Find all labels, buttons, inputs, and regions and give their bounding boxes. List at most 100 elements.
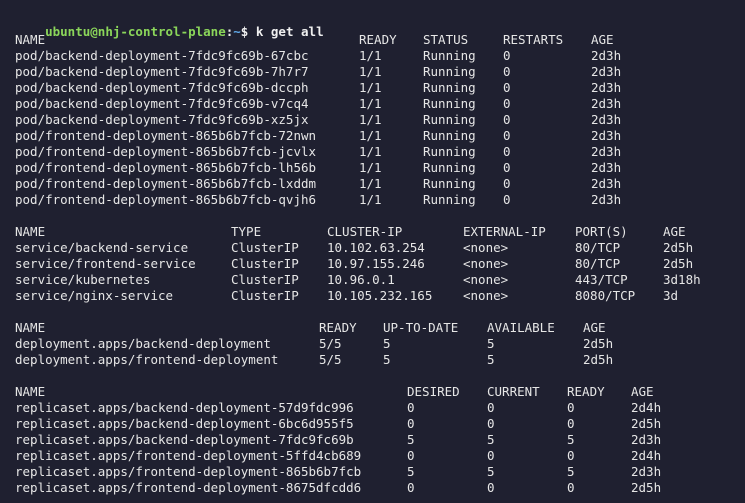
- table-cell: replicaset.apps/backend-deployment-57d9f…: [15, 400, 354, 415]
- table-cell: 1/1: [359, 192, 382, 207]
- table-cell: 2d3h: [591, 160, 622, 175]
- table-cell: replicaset.apps/backend-deployment-6bc6d…: [15, 416, 354, 431]
- table-cell: 2d3h: [591, 128, 622, 143]
- table-cell: 2d5h: [663, 240, 694, 255]
- table-cell: Running: [423, 48, 476, 63]
- table-cell: 2d5h: [583, 352, 614, 367]
- table-cell: service/frontend-service: [15, 256, 196, 271]
- table-cell: 2d5h: [583, 336, 614, 351]
- table-cell: 0: [407, 400, 415, 415]
- table-cell: pod/frontend-deployment-865b6b7fcb-jcvlx: [15, 144, 317, 159]
- column-header: CURRENT: [487, 384, 540, 399]
- column-header: EXTERNAL-IP: [463, 224, 546, 239]
- table-cell: 2d3h: [591, 48, 622, 63]
- table-cell: 0: [503, 80, 511, 95]
- table-cell: 2d3h: [631, 464, 662, 479]
- table-cell: 0: [503, 128, 511, 143]
- table-cell: 0: [567, 400, 575, 415]
- table-cell: 5: [487, 352, 495, 367]
- prompt-line: ubuntu@nhj-control-plane:~$ k get all: [15, 8, 323, 39]
- table-cell: 10.105.232.165: [327, 288, 433, 303]
- column-header: UP-TO-DATE: [383, 320, 459, 335]
- table-cell: deployment.apps/backend-deployment: [15, 336, 271, 351]
- table-cell: 0: [487, 448, 495, 463]
- table-cell: 1/1: [359, 48, 382, 63]
- table-cell: pod/frontend-deployment-865b6b7fcb-lh56b: [15, 160, 317, 175]
- table-cell: 0: [503, 64, 511, 79]
- table-cell: 1/1: [359, 80, 382, 95]
- table-cell: 0: [407, 416, 415, 431]
- table-cell: 8080/TCP: [575, 288, 636, 303]
- table-cell: 3d18h: [663, 272, 701, 287]
- table-cell: <none>: [463, 272, 509, 287]
- table-cell: 5: [407, 464, 415, 479]
- table-cell: 2d3h: [591, 192, 622, 207]
- table-cell: 2d4h: [631, 400, 662, 415]
- table-cell: 10.102.63.254: [327, 240, 425, 255]
- table-cell: 2d3h: [631, 432, 662, 447]
- column-header: DESIRED: [407, 384, 460, 399]
- table-cell: Running: [423, 192, 476, 207]
- table-cell: 2d5h: [631, 480, 662, 495]
- table-cell: 80/TCP: [575, 256, 621, 271]
- table-cell: 2d3h: [591, 80, 622, 95]
- table-cell: Running: [423, 112, 476, 127]
- table-cell: <none>: [463, 288, 509, 303]
- table-cell: 5: [487, 432, 495, 447]
- prompt-command: k get all: [255, 24, 324, 39]
- table-cell: 5: [487, 336, 495, 351]
- table-cell: 3d: [663, 288, 679, 303]
- table-cell: 2d3h: [591, 64, 622, 79]
- table-cell: replicaset.apps/frontend-deployment-8675…: [15, 480, 362, 495]
- table-cell: 1/1: [359, 176, 382, 191]
- table-cell: service/backend-service: [15, 240, 189, 255]
- table-cell: deployment.apps/frontend-deployment: [15, 352, 279, 367]
- table-cell: replicaset.apps/frontend-deployment-5ffd…: [15, 448, 362, 463]
- table-cell: 0: [503, 176, 511, 191]
- table-cell: 0: [503, 192, 511, 207]
- terminal-window[interactable]: ubuntu@nhj-control-plane:~$ k get all NA…: [0, 0, 745, 503]
- table-cell: Running: [423, 64, 476, 79]
- column-header: READY: [319, 320, 357, 335]
- table-cell: 2d3h: [591, 112, 622, 127]
- column-header: AVAILABLE: [487, 320, 555, 335]
- table-cell: 0: [503, 112, 511, 127]
- table-cell: 1/1: [359, 128, 382, 143]
- table-cell: 0: [503, 96, 511, 111]
- table-cell: Running: [423, 144, 476, 159]
- column-header: NAME: [15, 384, 46, 399]
- table-cell: 2d3h: [591, 96, 622, 111]
- table-cell: 5: [567, 432, 575, 447]
- column-header: NAME: [15, 320, 46, 335]
- table-cell: 0: [567, 448, 575, 463]
- table-cell: 0: [407, 448, 415, 463]
- table-cell: 1/1: [359, 160, 382, 175]
- table-cell: replicaset.apps/frontend-deployment-865b…: [15, 464, 362, 479]
- column-header: NAME: [15, 32, 46, 47]
- table-cell: pod/backend-deployment-7fdc9fc69b-v7cq4: [15, 96, 309, 111]
- table-cell: pod/backend-deployment-7fdc9fc69b-67cbc: [15, 48, 309, 63]
- table-cell: ClusterIP: [231, 240, 299, 255]
- table-cell: 443/TCP: [575, 272, 628, 287]
- table-cell: pod/frontend-deployment-865b6b7fcb-lxddm: [15, 176, 317, 191]
- table-cell: pod/frontend-deployment-865b6b7fcb-qvjh6: [15, 192, 317, 207]
- table-cell: 1/1: [359, 144, 382, 159]
- column-header: TYPE: [231, 224, 262, 239]
- table-cell: 0: [503, 160, 511, 175]
- table-cell: pod/backend-deployment-7fdc9fc69b-dccph: [15, 80, 309, 95]
- table-cell: 5: [383, 336, 391, 351]
- table-cell: Running: [423, 128, 476, 143]
- column-header: NAME: [15, 224, 46, 239]
- table-cell: service/nginx-service: [15, 288, 174, 303]
- table-cell: 80/TCP: [575, 240, 621, 255]
- table-cell: pod/backend-deployment-7fdc9fc69b-7h7r7: [15, 64, 309, 79]
- table-cell: 1/1: [359, 112, 382, 127]
- column-header: PORT(S): [575, 224, 628, 239]
- table-cell: 10.96.0.1: [327, 272, 395, 287]
- table-cell: 2d4h: [631, 448, 662, 463]
- table-cell: ClusterIP: [231, 288, 299, 303]
- table-cell: 2d3h: [591, 144, 622, 159]
- table-cell: 0: [487, 480, 495, 495]
- column-header: RESTARTS: [503, 32, 564, 47]
- table-cell: 5/5: [319, 336, 342, 351]
